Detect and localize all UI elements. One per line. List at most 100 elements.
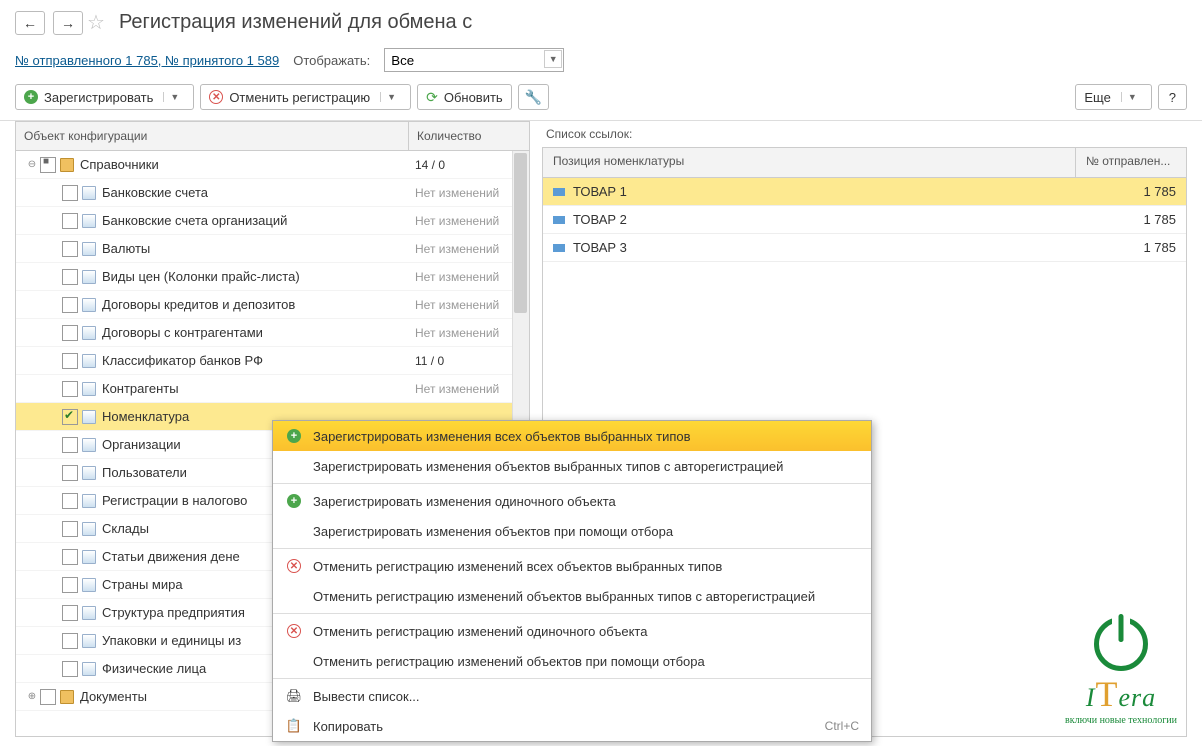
register-button[interactable]: + Зарегистрировать ▼	[15, 84, 194, 110]
plus-icon: +	[287, 429, 301, 443]
logo-subtitle: включи новые технологии	[1065, 715, 1177, 726]
checkbox[interactable]	[62, 185, 78, 201]
sent-received-link[interactable]: № отправленного 1 785, № принятого 1 589	[15, 53, 279, 68]
logo: IТera включи новые технологии	[1065, 617, 1177, 726]
refresh-icon: ⟳	[426, 89, 438, 106]
menu-item[interactable]: Отменить регистрацию изменений объектов …	[273, 646, 871, 676]
menu-item[interactable]: Зарегистрировать изменения объектов при …	[273, 516, 871, 546]
select-dropdown-arrow-icon[interactable]: ▼	[544, 50, 562, 68]
menu-item[interactable]: + Зарегистрировать изменения всех объекто…	[273, 421, 871, 451]
more-dropdown-icon[interactable]: ▼	[1121, 92, 1143, 102]
nav-back-button[interactable]: ←	[15, 11, 45, 35]
checkbox[interactable]	[62, 241, 78, 257]
menu-item[interactable]: +Зарегистрировать изменения одиночного о…	[273, 486, 871, 516]
scrollbar-thumb[interactable]	[514, 153, 527, 313]
tree-row[interactable]: Договоры кредитов и депозитовНет изменен…	[16, 291, 529, 319]
menu-item[interactable]: ✕Отменить регистрацию изменений всех объ…	[273, 551, 871, 581]
menu-item[interactable]: ✕Отменить регистрацию изменений одиночно…	[273, 616, 871, 646]
help-button[interactable]: ?	[1158, 84, 1187, 110]
table-row[interactable]: ТОВАР 21 785	[543, 206, 1186, 234]
tree-row-count: Нет изменений	[415, 214, 525, 228]
expand-icon[interactable]: ⊕	[24, 691, 40, 702]
tree-col-count[interactable]: Количество	[409, 129, 529, 143]
print-icon: 🖨	[286, 688, 303, 704]
tree-row[interactable]: Банковские счетаНет изменений	[16, 179, 529, 207]
tree-header: Объект конфигурации Количество	[15, 121, 530, 151]
checkbox[interactable]	[40, 157, 56, 173]
links-col-sent[interactable]: № отправлен...	[1076, 148, 1186, 177]
menu-shortcut: Ctrl+C	[825, 719, 859, 733]
tree-row-label: Виды цен (Колонки прайс-листа)	[102, 269, 415, 284]
checkbox[interactable]	[62, 521, 78, 537]
menu-item-label: Зарегистрировать изменения объектов выбр…	[313, 459, 859, 474]
menu-item-label: Отменить регистрацию изменений всех объе…	[313, 559, 859, 574]
item-number: 1 785	[1076, 184, 1186, 199]
copy-icon: 📋	[286, 718, 302, 734]
tree-row[interactable]: ⊖Справочники14 / 0	[16, 151, 529, 179]
cancel-registration-button[interactable]: ✕ Отменить регистрацию ▼	[200, 84, 411, 110]
menu-item[interactable]: 📋 Копировать Ctrl+C	[273, 711, 871, 741]
tree-row-label: Классификатор банков РФ	[102, 353, 415, 368]
plus-icon: +	[287, 494, 301, 508]
menu-item-label: Отменить регистрацию изменений одиночног…	[313, 624, 859, 639]
tree-row[interactable]: ВалютыНет изменений	[16, 235, 529, 263]
plus-icon: +	[24, 90, 38, 104]
catalog-icon	[82, 606, 96, 620]
tree-row[interactable]: Банковские счета организацийНет изменени…	[16, 207, 529, 235]
checkbox[interactable]	[62, 409, 78, 425]
checkbox[interactable]	[62, 633, 78, 649]
menu-item-label: Отменить регистрацию изменений объектов …	[313, 654, 859, 669]
display-select[interactable]	[384, 48, 564, 72]
checkbox[interactable]	[62, 549, 78, 565]
checkbox[interactable]	[62, 577, 78, 593]
gear-icon: 🔧	[525, 89, 542, 106]
tree-row[interactable]: КонтрагентыНет изменений	[16, 375, 529, 403]
checkbox[interactable]	[62, 269, 78, 285]
menu-item[interactable]: 🖨Вывести список...	[273, 681, 871, 711]
catalog-icon	[82, 466, 96, 480]
checkbox[interactable]	[62, 353, 78, 369]
tree-row[interactable]: Виды цен (Колонки прайс-листа)Нет измене…	[16, 263, 529, 291]
checkbox[interactable]	[40, 689, 56, 705]
checkbox[interactable]	[62, 213, 78, 229]
refresh-button[interactable]: ⟳ Обновить	[417, 84, 512, 110]
links-col-position[interactable]: Позиция номенклатуры	[543, 148, 1076, 177]
checkbox[interactable]	[62, 661, 78, 677]
menu-item-label: Зарегистрировать изменения всех объектов…	[313, 429, 859, 444]
menu-item[interactable]: Зарегистрировать изменения объектов выбр…	[273, 451, 871, 481]
checkbox[interactable]	[62, 381, 78, 397]
catalog-icon	[82, 578, 96, 592]
tree-col-object[interactable]: Объект конфигурации	[16, 122, 409, 150]
table-row[interactable]: ТОВАР 1 1 785	[543, 178, 1186, 206]
catalog-icon	[82, 410, 96, 424]
checkbox[interactable]	[62, 605, 78, 621]
table-row[interactable]: ТОВАР 31 785	[543, 234, 1186, 262]
nav-forward-button[interactable]: →	[53, 11, 83, 35]
catalog-icon	[82, 634, 96, 648]
item-icon	[553, 244, 565, 252]
catalog-icon	[82, 438, 96, 452]
display-label: Отображать:	[293, 53, 370, 68]
checkbox[interactable]	[62, 493, 78, 509]
item-name: ТОВАР 1	[573, 184, 627, 199]
more-button[interactable]: Еще ▼	[1075, 84, 1151, 110]
cancel-dropdown-icon[interactable]: ▼	[380, 92, 402, 102]
register-dropdown-icon[interactable]: ▼	[163, 92, 185, 102]
checkbox[interactable]	[62, 325, 78, 341]
checkbox[interactable]	[62, 465, 78, 481]
expand-icon[interactable]: ⊖	[24, 159, 40, 170]
item-number: 1 785	[1076, 212, 1186, 227]
menu-item[interactable]: Отменить регистрацию изменений объектов …	[273, 581, 871, 611]
tree-row[interactable]: Договоры с контрагентамиНет изменений	[16, 319, 529, 347]
tree-row-count: Нет изменений	[415, 382, 525, 396]
menu-item-label: Копировать	[313, 719, 815, 734]
settings-button[interactable]: 🔧	[518, 84, 549, 110]
checkbox[interactable]	[62, 297, 78, 313]
favorite-star-icon[interactable]: ☆	[87, 10, 105, 35]
catalog-icon	[82, 298, 96, 312]
checkbox[interactable]	[62, 437, 78, 453]
menu-separator	[273, 613, 871, 614]
tree-row-count: Нет изменений	[415, 298, 525, 312]
catalog-icon	[82, 494, 96, 508]
tree-row[interactable]: Классификатор банков РФ11 / 0	[16, 347, 529, 375]
